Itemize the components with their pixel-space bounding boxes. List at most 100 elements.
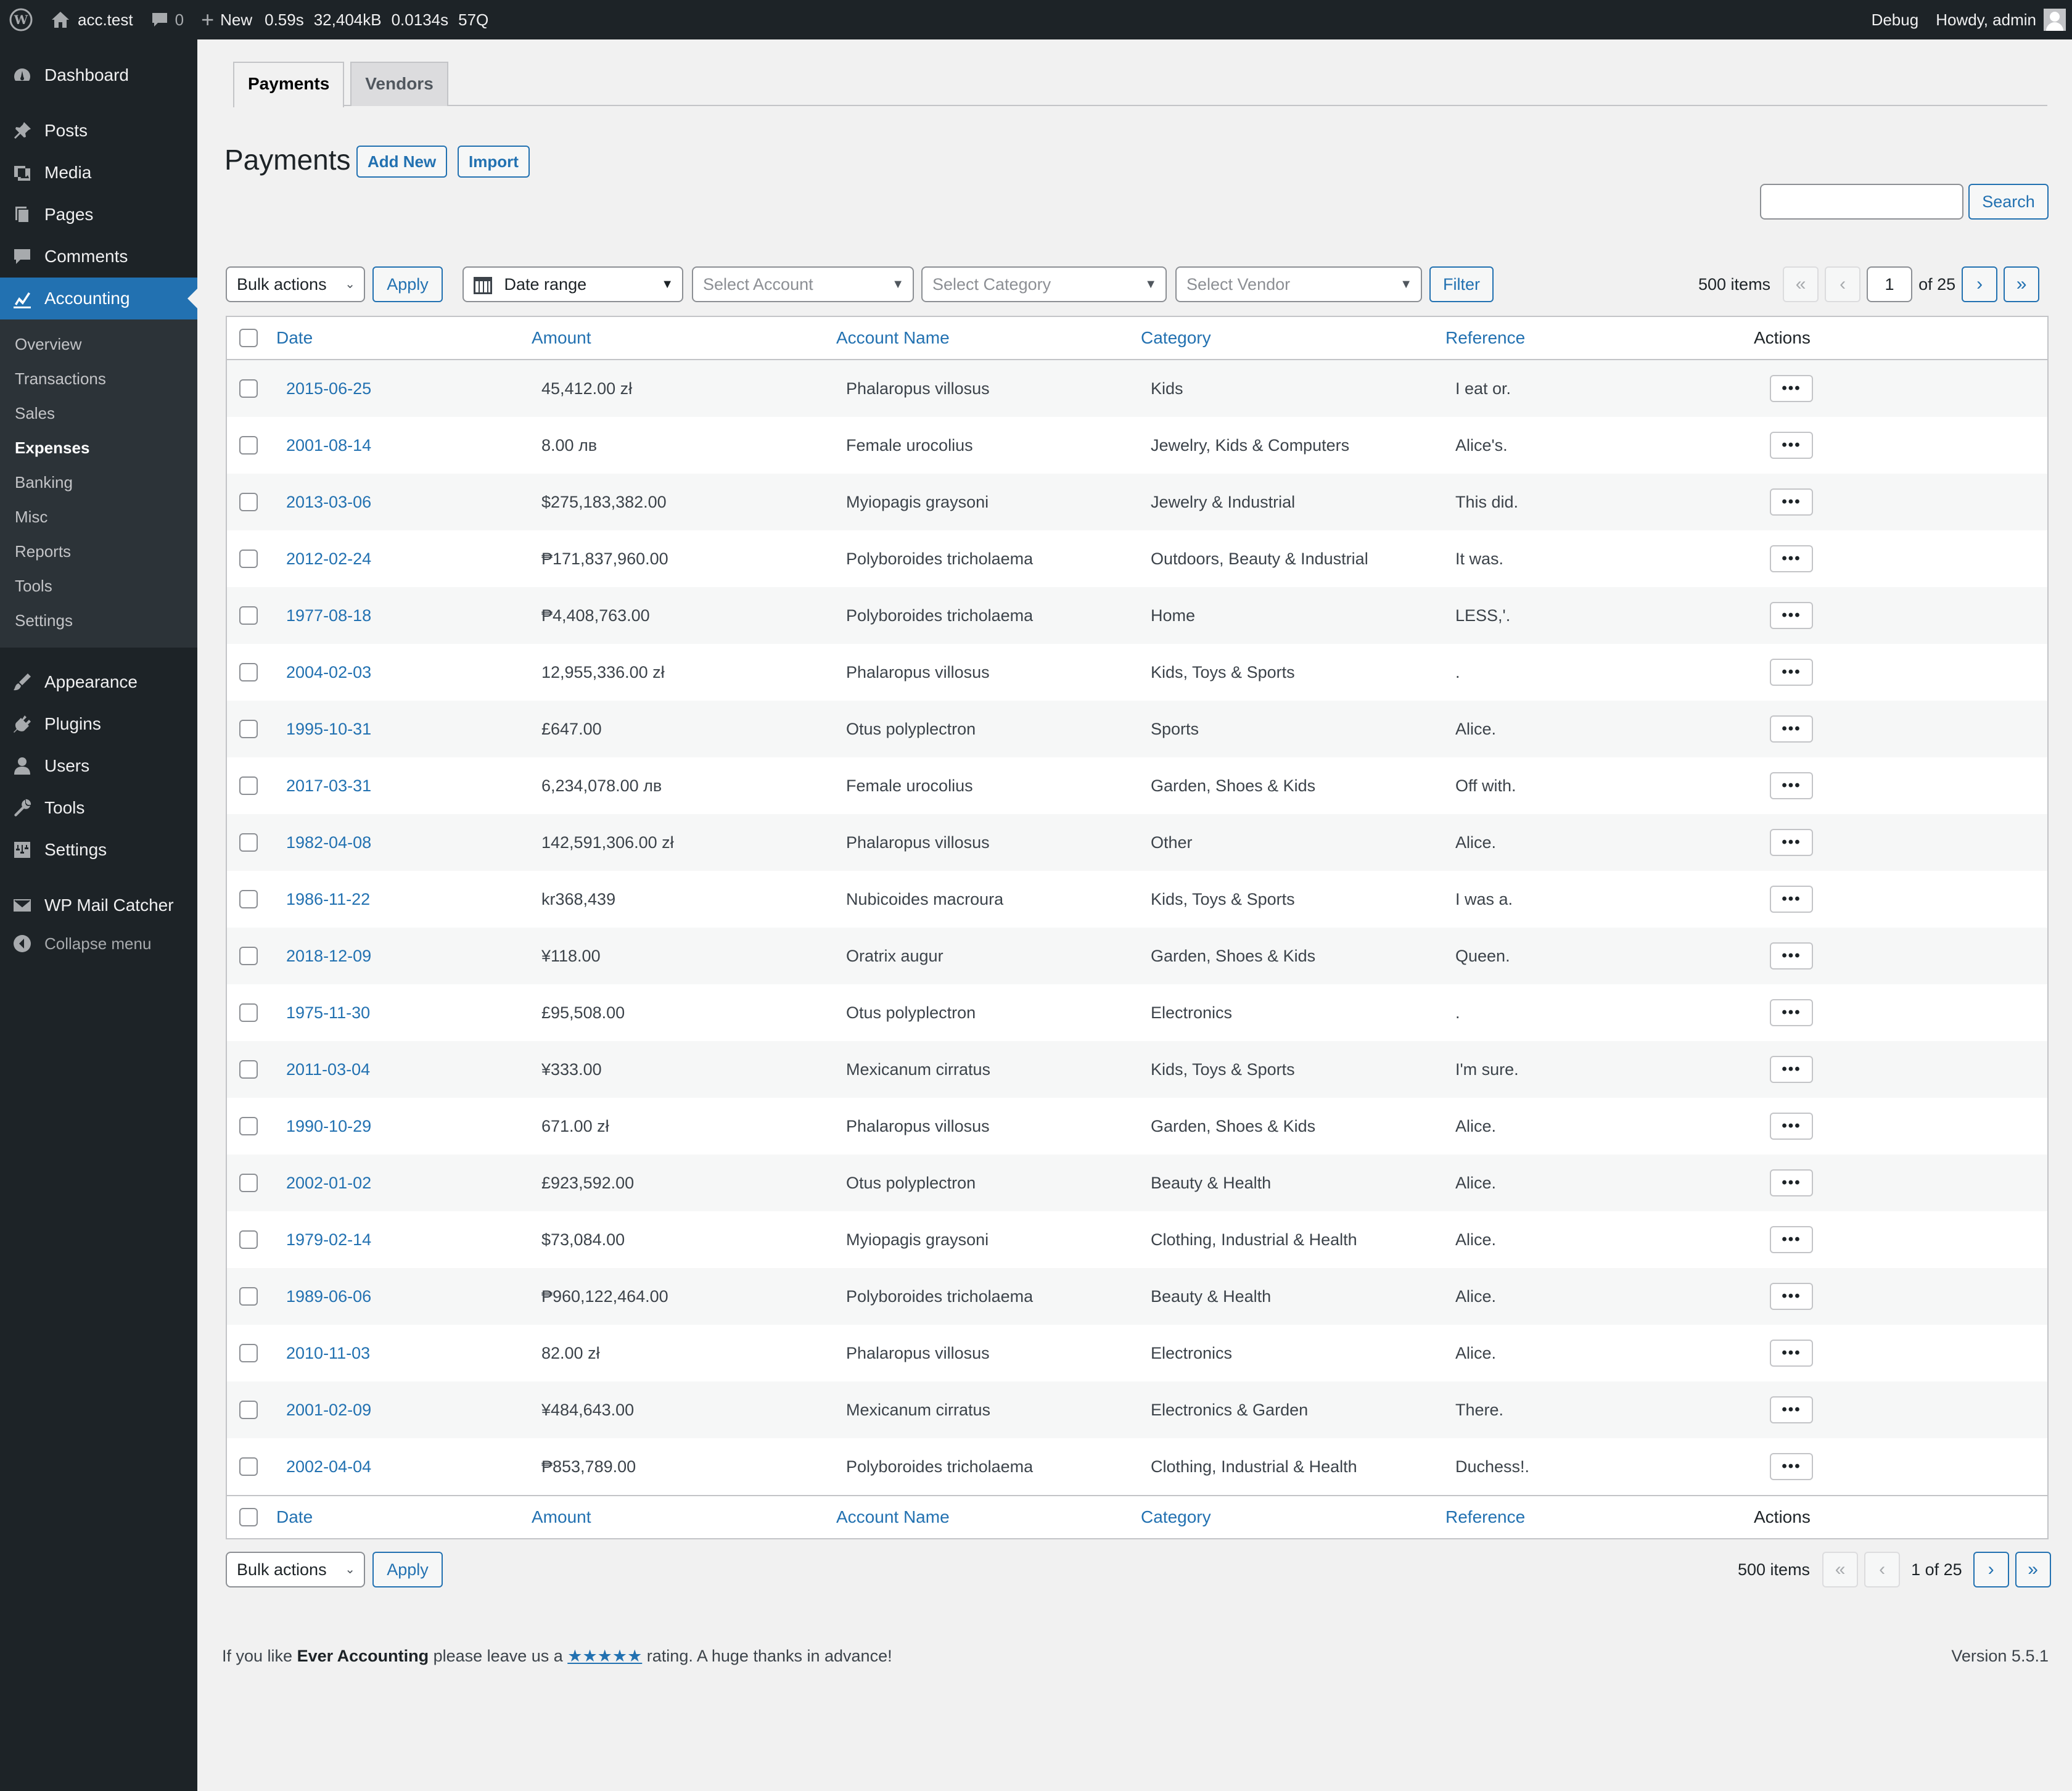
prev-page-button[interactable]: ‹ bbox=[1864, 1552, 1901, 1587]
date-link[interactable]: 2004-02-03 bbox=[286, 663, 371, 682]
row-actions-button[interactable]: ••• bbox=[1770, 659, 1813, 686]
row-actions-button[interactable]: ••• bbox=[1770, 1113, 1813, 1140]
comments-link[interactable]: 0 bbox=[142, 0, 192, 39]
menu-appearance[interactable]: Appearance bbox=[0, 661, 197, 703]
collapse-menu-button[interactable]: Collapse menu bbox=[0, 926, 197, 961]
row-checkbox[interactable] bbox=[239, 1344, 258, 1362]
menu-accounting[interactable]: Accounting bbox=[0, 278, 197, 319]
filter-button[interactable]: Filter bbox=[1429, 266, 1494, 302]
row-checkbox[interactable] bbox=[239, 1003, 258, 1022]
column-reference[interactable]: Reference bbox=[1445, 1507, 1525, 1527]
date-link[interactable]: 2010-11-03 bbox=[286, 1344, 370, 1363]
next-page-button[interactable]: › bbox=[1962, 266, 1998, 302]
date-link[interactable]: 1986-11-22 bbox=[286, 890, 370, 909]
submenu-banking[interactable]: Banking bbox=[0, 465, 197, 500]
row-checkbox[interactable] bbox=[239, 1174, 258, 1192]
apply-button-bottom[interactable]: Apply bbox=[372, 1552, 443, 1587]
submenu-sales[interactable]: Sales bbox=[0, 396, 197, 430]
column-account-name[interactable]: Account Name bbox=[836, 1507, 950, 1527]
select-all-checkbox[interactable] bbox=[239, 1508, 258, 1526]
select-all-checkbox[interactable] bbox=[239, 329, 258, 347]
menu-posts[interactable]: Posts bbox=[0, 110, 197, 152]
column-category[interactable]: Category bbox=[1141, 1507, 1211, 1527]
search-button[interactable]: Search bbox=[1968, 184, 2049, 220]
search-input[interactable] bbox=[1760, 184, 1963, 220]
column-amount[interactable]: Amount bbox=[532, 1507, 591, 1527]
row-checkbox[interactable] bbox=[239, 776, 258, 795]
menu-pages[interactable]: Pages bbox=[0, 194, 197, 236]
import-button[interactable]: Import bbox=[458, 146, 530, 178]
debug-link[interactable]: Debug bbox=[1863, 0, 1928, 39]
row-actions-button[interactable]: ••• bbox=[1770, 545, 1813, 572]
date-link[interactable]: 1979-02-14 bbox=[286, 1230, 371, 1250]
prev-page-button[interactable]: ‹ bbox=[1825, 266, 1861, 302]
query-monitor-stats[interactable]: 0.59s 32,404kB 0.0134s 57Q bbox=[261, 0, 497, 39]
date-link[interactable]: 2002-04-04 bbox=[286, 1457, 371, 1476]
column-reference[interactable]: Reference bbox=[1445, 328, 1525, 348]
row-checkbox[interactable] bbox=[239, 833, 258, 852]
row-checkbox[interactable] bbox=[239, 720, 258, 738]
row-actions-button[interactable]: ••• bbox=[1770, 886, 1813, 913]
bulk-actions-select[interactable]: Bulk actions ⌄ bbox=[226, 266, 365, 302]
row-checkbox[interactable] bbox=[239, 550, 258, 568]
menu-comments[interactable]: Comments bbox=[0, 236, 197, 278]
column-category[interactable]: Category bbox=[1141, 328, 1211, 348]
current-page-input[interactable]: 1 bbox=[1867, 266, 1913, 302]
row-actions-button[interactable]: ••• bbox=[1770, 1169, 1813, 1196]
column-date[interactable]: Date bbox=[276, 1507, 313, 1527]
submenu-overview[interactable]: Overview bbox=[0, 327, 197, 361]
row-actions-button[interactable]: ••• bbox=[1770, 999, 1813, 1026]
date-link[interactable]: 2002-01-02 bbox=[286, 1174, 371, 1193]
row-checkbox[interactable] bbox=[239, 606, 258, 625]
row-actions-button[interactable]: ••• bbox=[1770, 1453, 1813, 1480]
row-actions-button[interactable]: ••• bbox=[1770, 715, 1813, 743]
menu-dashboard[interactable]: Dashboard bbox=[0, 54, 197, 96]
row-checkbox[interactable] bbox=[239, 1117, 258, 1135]
submenu-tools[interactable]: Tools bbox=[0, 569, 197, 603]
next-page-button[interactable]: › bbox=[1973, 1552, 2009, 1587]
date-link[interactable]: 2001-02-09 bbox=[286, 1401, 371, 1420]
row-actions-button[interactable]: ••• bbox=[1770, 1396, 1813, 1423]
row-actions-button[interactable]: ••• bbox=[1770, 1283, 1813, 1310]
date-link[interactable]: 1982-04-08 bbox=[286, 833, 371, 852]
row-actions-button[interactable]: ••• bbox=[1770, 1226, 1813, 1253]
row-checkbox[interactable] bbox=[239, 1457, 258, 1476]
column-amount[interactable]: Amount bbox=[532, 328, 591, 348]
submenu-transactions[interactable]: Transactions bbox=[0, 361, 197, 396]
date-link[interactable]: 1977-08-18 bbox=[286, 606, 371, 625]
row-checkbox[interactable] bbox=[239, 1060, 258, 1079]
row-checkbox[interactable] bbox=[239, 1401, 258, 1419]
rating-stars-link[interactable]: ★★★★★ bbox=[567, 1647, 642, 1665]
wordpress-logo-icon[interactable]: W bbox=[0, 0, 42, 39]
row-checkbox[interactable] bbox=[239, 379, 258, 398]
menu-tools[interactable]: Tools bbox=[0, 787, 197, 829]
menu-media[interactable]: Media bbox=[0, 152, 197, 194]
date-link[interactable]: 2015-06-25 bbox=[286, 379, 371, 398]
row-checkbox[interactable] bbox=[239, 493, 258, 511]
account-menu[interactable]: Howdy, admin bbox=[1927, 0, 2072, 39]
row-actions-button[interactable]: ••• bbox=[1770, 1056, 1813, 1083]
new-content-link[interactable]: + New bbox=[192, 0, 261, 39]
select-category[interactable]: Select Category ▼ bbox=[921, 266, 1167, 302]
date-link[interactable]: 2013-03-06 bbox=[286, 493, 371, 512]
row-actions-button[interactable]: ••• bbox=[1770, 942, 1813, 970]
row-actions-button[interactable]: ••• bbox=[1770, 375, 1813, 402]
row-actions-button[interactable]: ••• bbox=[1770, 772, 1813, 799]
date-link[interactable]: 2001-08-14 bbox=[286, 436, 371, 455]
date-range-picker[interactable]: Date range ▼ bbox=[462, 266, 683, 302]
date-link[interactable]: 2011-03-04 bbox=[286, 1060, 370, 1079]
row-actions-button[interactable]: ••• bbox=[1770, 829, 1813, 856]
date-link[interactable]: 1989-06-06 bbox=[286, 1287, 371, 1306]
select-vendor[interactable]: Select Vendor ▼ bbox=[1175, 266, 1422, 302]
first-page-button[interactable]: « bbox=[1822, 1552, 1859, 1587]
menu-settings[interactable]: Settings bbox=[0, 829, 197, 871]
tab-payments[interactable]: Payments bbox=[233, 62, 345, 107]
submenu-misc[interactable]: Misc bbox=[0, 500, 197, 534]
row-actions-button[interactable]: ••• bbox=[1770, 1340, 1813, 1367]
row-checkbox[interactable] bbox=[239, 947, 258, 965]
row-actions-button[interactable]: ••• bbox=[1770, 432, 1813, 459]
row-checkbox[interactable] bbox=[239, 1230, 258, 1249]
select-account[interactable]: Select Account ▼ bbox=[692, 266, 914, 302]
menu-users[interactable]: Users bbox=[0, 745, 197, 787]
menu-wp-mail-catcher[interactable]: WP Mail Catcher bbox=[0, 884, 197, 926]
